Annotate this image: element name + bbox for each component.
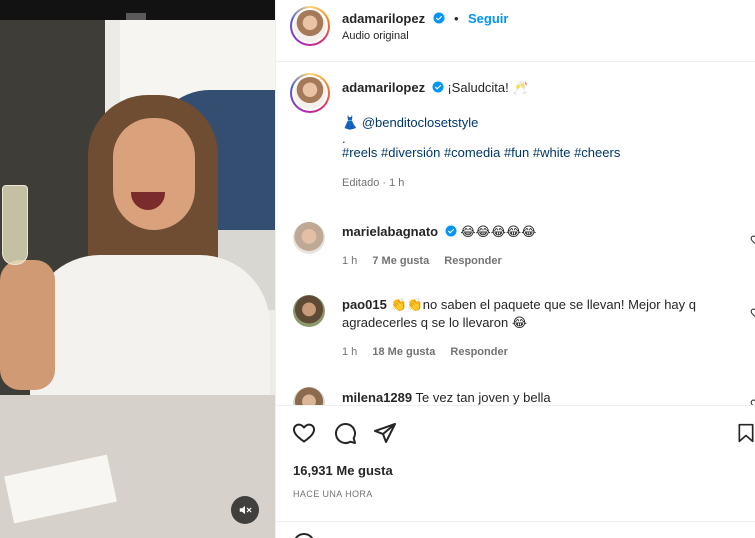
reply-button[interactable]: Responder [444, 255, 501, 267]
likes-count[interactable]: 16,931 Me gusta [293, 463, 393, 478]
video-person-arm [0, 260, 55, 390]
video-champagne-glass [2, 185, 28, 265]
video-top-bar [0, 0, 275, 20]
post-panel: adamarilopez • Seguir Audio original ada… [275, 0, 755, 538]
commenter-username[interactable]: pao015 [342, 297, 387, 312]
reel-video[interactable] [0, 0, 275, 538]
comment-time: 1 h [342, 255, 358, 267]
comments-list[interactable]: adamarilopez ¡Saludcita! 🥂 👗 @benditoclo… [276, 62, 755, 405]
caption: adamarilopez ¡Saludcita! 🥂 👗 @benditoclo… [342, 79, 742, 189]
caption-mention[interactable]: @benditoclosetstyle [362, 115, 479, 130]
bookmark-icon [738, 423, 754, 443]
comment-text: Te vez tan joven y bella [415, 390, 551, 405]
author-username[interactable]: adamarilopez [342, 11, 425, 26]
comment-like-heart-icon[interactable] [750, 398, 755, 405]
comment-item: marielabagnato 😂😂😂😂😂 1 h 7 Me gusta Resp… [342, 223, 747, 267]
follow-button[interactable]: Seguir [468, 11, 508, 26]
comment-text: 👏👏no saben el paquete que se llevan! Mej… [342, 297, 697, 330]
caption-author-avatar[interactable] [290, 73, 330, 113]
comment-likes[interactable]: 7 Me gusta [372, 255, 429, 267]
comment-like-heart-icon[interactable] [750, 234, 755, 246]
commenter-username[interactable]: milena1289 [342, 390, 412, 405]
hashtag[interactable]: #comedia [444, 145, 500, 160]
video-background-ceiling [120, 20, 275, 100]
commenter-avatar[interactable] [293, 295, 325, 327]
hashtag[interactable]: #white [533, 145, 571, 160]
caption-author-username[interactable]: adamarilopez [342, 80, 425, 95]
comment-icon [335, 423, 356, 444]
dress-emoji: 👗 [342, 115, 359, 130]
like-button[interactable] [291, 420, 317, 446]
caption-meta: Editado · 1 h [342, 177, 405, 189]
action-bar: 16,931 Me gusta HACE UNA HORA [276, 405, 755, 538]
share-icon [374, 423, 396, 443]
caption-dot: . [342, 131, 346, 146]
comment-time: 1 h [342, 346, 358, 358]
hashtag[interactable]: #fun [504, 145, 529, 160]
commenter-avatar[interactable] [293, 222, 325, 254]
comment-button[interactable] [332, 420, 358, 446]
audio-label[interactable]: Audio original [342, 30, 409, 42]
comment-like-heart-icon[interactable] [750, 307, 755, 319]
caption-text: ¡Saludcita! 🥂 [447, 80, 529, 95]
commenter-avatar[interactable] [293, 387, 325, 405]
verified-badge-icon [445, 225, 457, 237]
hashtag[interactable]: #diversión [381, 145, 440, 160]
hashtag[interactable]: #cheers [574, 145, 620, 160]
emoji-icon[interactable] [292, 532, 316, 538]
comment-likes[interactable]: 18 Me gusta [372, 346, 435, 358]
verified-badge-icon [433, 12, 445, 24]
caption-hashtags: #reels #diversión #comedia #fun #white #… [342, 144, 742, 162]
save-button[interactable] [736, 420, 755, 446]
comment-text: 😂😂😂😂😂 [460, 224, 537, 239]
commenter-username[interactable]: marielabagnato [342, 224, 438, 239]
post-timestamp: HACE UNA HORA [293, 489, 373, 499]
share-button[interactable] [372, 420, 398, 446]
post-header: adamarilopez • Seguir Audio original [276, 0, 755, 62]
mute-button[interactable] [231, 496, 259, 524]
author-avatar[interactable] [290, 6, 330, 46]
comment-item: pao015 👏👏no saben el paquete que se llev… [342, 296, 737, 358]
hashtag[interactable]: #reels [342, 145, 377, 160]
verified-badge-icon [432, 81, 444, 93]
video-person-face [113, 118, 195, 230]
add-comment-bar[interactable] [276, 521, 755, 538]
comment-item: milena1289 Te vez tan joven y bella [342, 389, 737, 405]
heart-icon [293, 423, 315, 443]
reply-button[interactable]: Responder [450, 346, 507, 358]
speaker-muted-icon [239, 505, 252, 515]
